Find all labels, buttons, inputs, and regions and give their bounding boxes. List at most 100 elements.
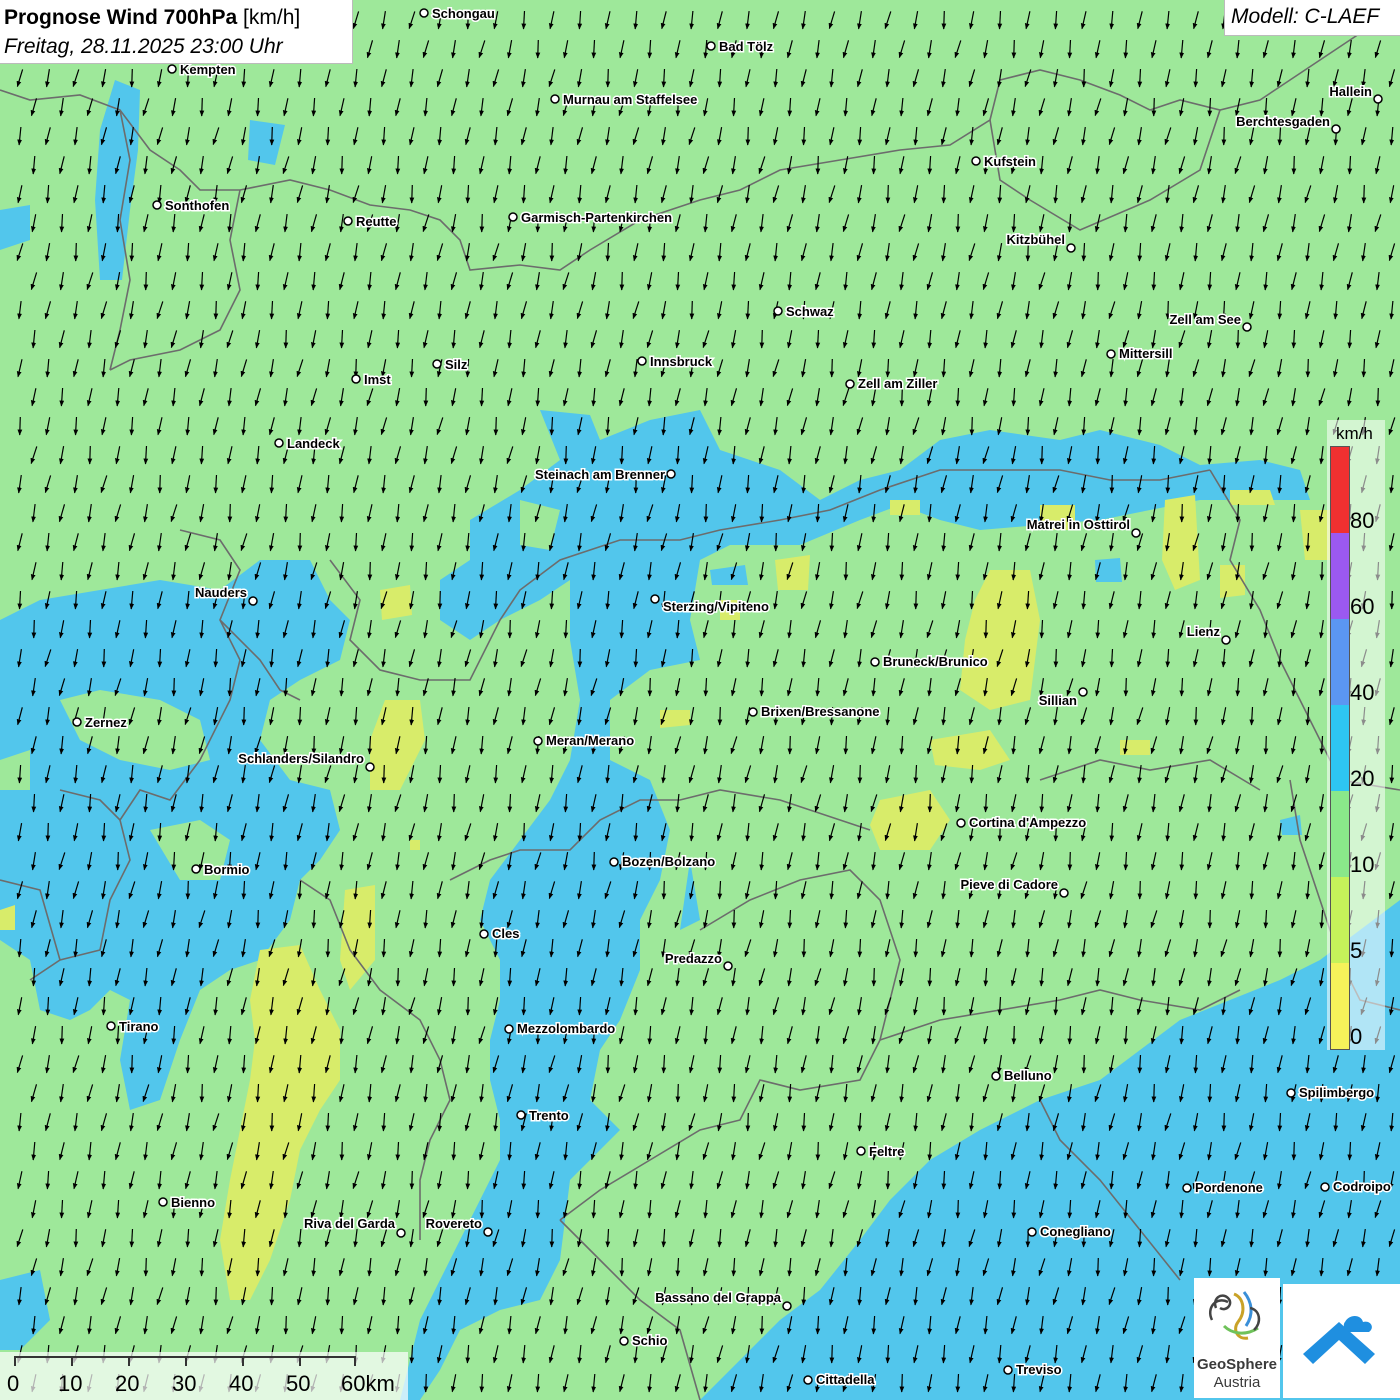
wind-arrow: [605, 68, 611, 88]
city-label: Cortina d'Ampezzo: [969, 815, 1086, 830]
wind-arrow: [563, 445, 569, 465]
wind-arrow: [941, 10, 947, 30]
legend-colorbar: [1330, 446, 1350, 1050]
city-marker: Meran/Merano: [533, 732, 636, 750]
wind-arrow: [1249, 532, 1255, 552]
city-label: Belluno: [1004, 1068, 1052, 1083]
wind-arrow: [87, 445, 93, 465]
wind-arrow: [577, 648, 583, 668]
city-dot: [1131, 528, 1141, 538]
wind-arrow: [759, 329, 765, 349]
wind-arrow: [157, 474, 163, 494]
wind-arrow: [143, 1257, 149, 1277]
wind-arrow: [703, 503, 709, 523]
city-dot: [956, 818, 966, 828]
city-label: Trento: [529, 1108, 569, 1123]
city-dot: [1320, 1182, 1330, 1192]
wind-arrow: [465, 996, 471, 1016]
wind-arrow: [857, 764, 863, 784]
weather-app-logo[interactable]: [1283, 1284, 1400, 1398]
legend-tick-0: 0: [1350, 1024, 1363, 1049]
city-dot: [432, 359, 442, 369]
wind-arrow: [1053, 648, 1059, 668]
model-panel: Modell: C-LAEF: [1224, 0, 1400, 36]
scale-label-0: 0: [7, 1371, 20, 1396]
color-legend: km/h 80 60 40 20 10 5 0: [1327, 420, 1386, 1050]
city-dot: [533, 736, 543, 746]
city-label: Mittersill: [1119, 346, 1172, 361]
wind-arrow: [171, 677, 177, 697]
city-label: Berchtesgaden: [1236, 114, 1330, 129]
wind-arrow: [213, 300, 219, 320]
city-label: Bozen/Bolzano: [622, 854, 715, 869]
city-marker: Pordenone: [1182, 1179, 1264, 1197]
wind-arrow: [815, 155, 821, 175]
city-dot: [870, 657, 880, 667]
map-stage: Schongau Bad Tölz Kempten Murnau am Staffel…: [0, 0, 1400, 1400]
wind-arrow: [1207, 909, 1213, 929]
wind-arrow: [339, 1141, 345, 1161]
wind-arrow: [801, 938, 807, 958]
city-dot: [1373, 94, 1383, 104]
city-dot: [1106, 349, 1116, 359]
city-label: Codroipo: [1333, 1179, 1391, 1194]
city-dot: [1182, 1183, 1192, 1193]
city-dot: [72, 717, 82, 727]
wind-arrow: [269, 126, 275, 146]
city-dot: [504, 1024, 514, 1034]
wind-arrow: [1375, 387, 1381, 407]
city-dot: [550, 94, 560, 104]
wind-arrow: [1193, 706, 1199, 726]
wind-arrow: [1067, 851, 1073, 871]
city-dot: [483, 1227, 493, 1237]
wind-arrow: [815, 1141, 821, 1161]
city-dot: [516, 1110, 526, 1120]
wind-arrow: [605, 1054, 611, 1074]
geosphere-austria-logo[interactable]: GeoSphere Austria: [1194, 1278, 1280, 1398]
city-label: Sterzing/Vipiteno: [663, 599, 769, 614]
city-dot: [706, 41, 716, 51]
legend-class-80plus: [1331, 447, 1349, 533]
city-dot: [666, 469, 676, 479]
legend-class-5-10: [1331, 877, 1349, 963]
city-label: Landeck: [287, 436, 341, 451]
city-label: Matrei in Osttirol: [1027, 517, 1130, 532]
city-marker: Sonthofen: [152, 197, 231, 215]
wind-arrow: [129, 1054, 135, 1074]
wind-arrow: [255, 909, 261, 929]
wind-arrow: [619, 1257, 625, 1277]
wind-arrow: [1291, 155, 1297, 175]
wind-arrow: [297, 532, 303, 552]
city-label: Mezzolombardo: [517, 1021, 615, 1036]
wind-arrow: [773, 532, 779, 552]
wind-arrow: [1109, 474, 1115, 494]
wind-arrow: [1151, 97, 1157, 117]
legend-class-60-80: [1331, 533, 1349, 619]
wind-arrow: [1081, 68, 1087, 88]
wind-arrow: [1095, 1257, 1101, 1277]
city-marker: Innsbruck: [637, 353, 714, 371]
city-marker: Zell am Ziller: [845, 375, 939, 393]
legend-class-40-60: [1331, 619, 1349, 705]
city-dot: [637, 356, 647, 366]
wind-arrow: [101, 648, 107, 668]
wind-arrow: [1011, 1025, 1017, 1045]
wind-arrow: [339, 155, 345, 175]
wind-arrow: [409, 184, 415, 204]
wind-arrow: [115, 851, 121, 871]
wind-arrow: [227, 503, 233, 523]
wind-arrow: [843, 561, 849, 581]
geosphere-swirl-icon: [1209, 1291, 1261, 1340]
city-dot: [1078, 687, 1088, 697]
city-label: Reutte: [356, 214, 396, 229]
city-label: Meran/Merano: [546, 733, 634, 748]
wind-arrow: [31, 619, 37, 639]
wind-arrow: [899, 1373, 905, 1393]
wind-arrow: [1151, 1083, 1157, 1103]
wind-arrow: [549, 242, 555, 262]
wind-arrow: [1291, 1141, 1297, 1161]
city-dot: [167, 64, 177, 74]
wind-arrow: [381, 764, 387, 784]
wind-arrow: [1123, 677, 1129, 697]
wind-forecast-map[interactable]: Schongau Bad Tölz Kempten Murnau am Staffel…: [0, 0, 1400, 1400]
